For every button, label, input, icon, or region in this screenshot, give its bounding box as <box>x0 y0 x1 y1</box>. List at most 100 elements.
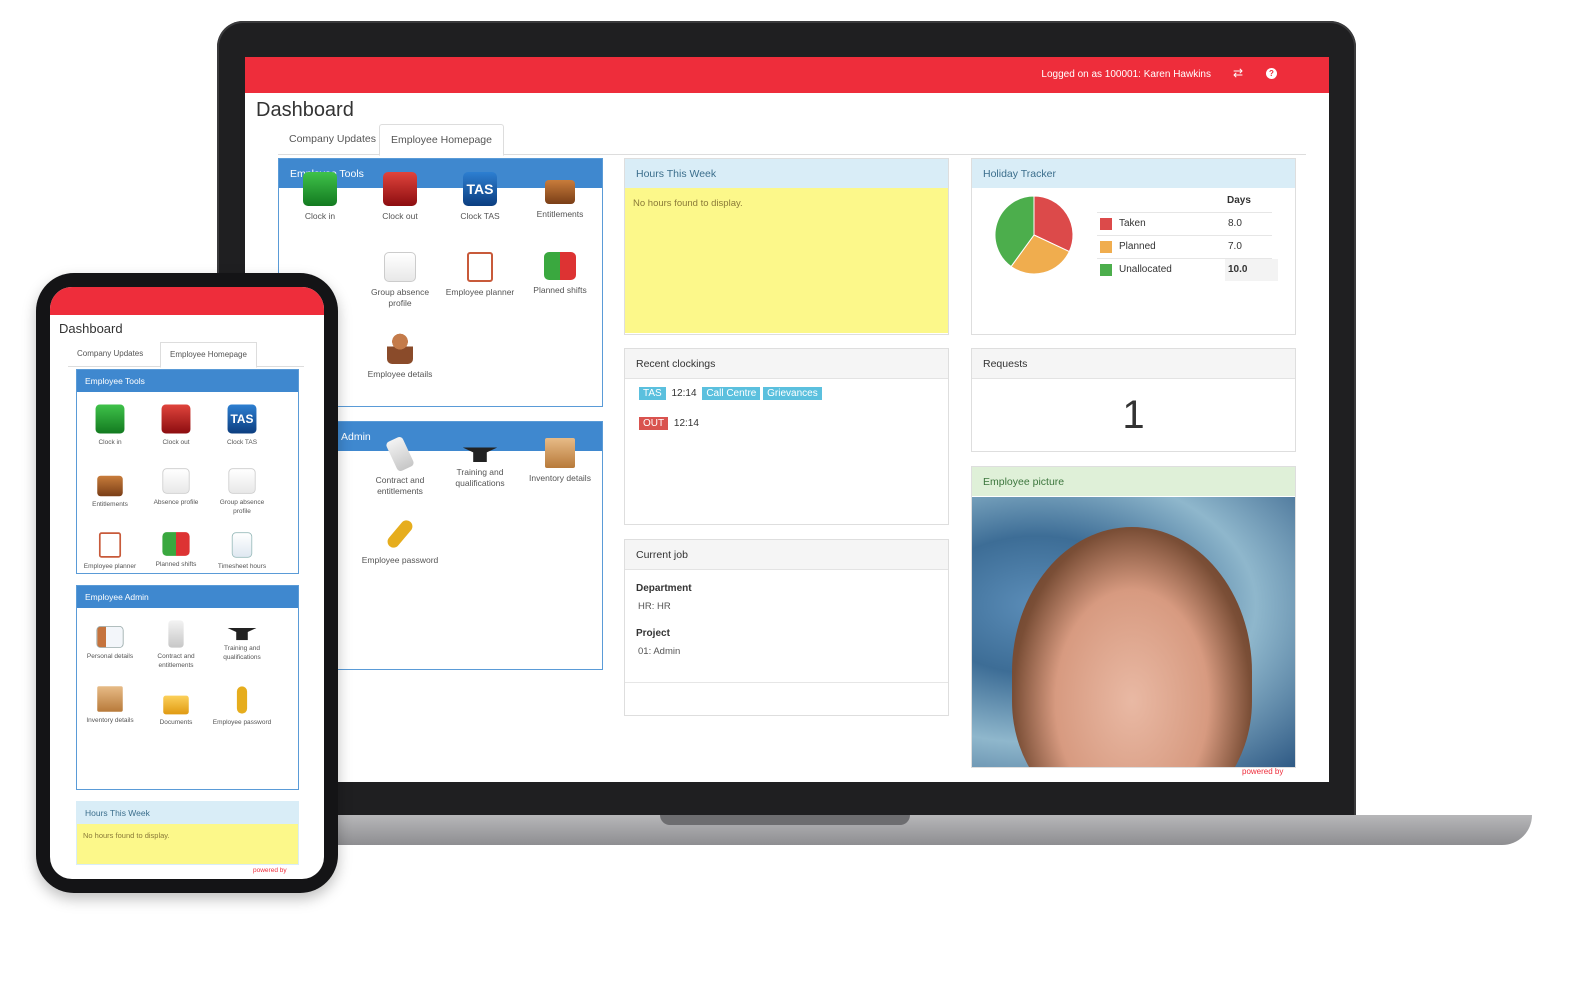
briefcase-icon <box>545 180 575 204</box>
project-value: 01: Admin <box>638 646 681 657</box>
mobile-tool-training-qualifications[interactable]: Training and qualifications <box>212 618 272 662</box>
tab-company-updates[interactable]: Company Updates <box>278 124 387 153</box>
mobile-page-title: Dashboard <box>59 321 123 336</box>
mobile-tab-employee-homepage[interactable]: Employee Homepage <box>160 342 257 368</box>
portrait-face <box>1012 527 1252 767</box>
briefcase-icon <box>97 475 123 497</box>
mobile-tool-personal-details[interactable]: Personal details <box>80 618 140 661</box>
tool-label: Training and qualifications <box>223 645 261 661</box>
tas-icon: TAS <box>227 404 257 434</box>
tool-label: Entitlements <box>536 209 584 219</box>
clipboard-planner-icon <box>467 252 493 282</box>
tool-label: Employee planner <box>83 563 137 570</box>
tool-label: Documents <box>159 719 193 726</box>
tab-employee-homepage[interactable]: Employee Homepage <box>379 124 504 156</box>
mobile-tool-group-absence-profile[interactable]: Group absence profile <box>212 466 272 516</box>
recent-clockings-panel: Recent clockings TAS 12:14 Call Centre G… <box>624 348 949 525</box>
department-value: HR: HR <box>638 601 671 612</box>
mobile-employee-admin-title: Employee Admin <box>77 586 298 608</box>
tool-label: Contract and entitlements <box>375 475 425 496</box>
employee-picture-panel: Employee picture <box>971 466 1296 768</box>
tool-label: Contract and entitlements <box>157 653 195 669</box>
clocking-type-badge: OUT <box>639 417 669 430</box>
clock-out-icon <box>161 404 191 434</box>
tool-training-qualifications[interactable]: Training and qualifications <box>440 438 520 489</box>
mobile-tool-employee-password[interactable]: Employee password <box>212 684 272 727</box>
days-header: Days <box>1227 195 1251 206</box>
mobile-employee-tools-panel: Employee Tools Clock in Clock out TAS Cl… <box>76 369 299 574</box>
mobile-powered-by-label: powered by <box>253 867 287 874</box>
tool-entitlements[interactable]: Entitlements <box>520 172 600 220</box>
clocking-row: OUT 12:14 <box>639 417 702 430</box>
tool-label: Inventory details <box>86 717 134 724</box>
scroll-icon <box>168 620 184 648</box>
tool-label: Personal details <box>86 653 134 660</box>
mobile-tool-employee-planner[interactable]: Employee planner <box>80 530 140 571</box>
clocking-type-badge: TAS <box>639 387 666 400</box>
tool-label: Clock in <box>304 211 336 221</box>
legend-label: Taken <box>1119 218 1146 229</box>
clock-in-icon <box>95 404 125 434</box>
holiday-tracker-panel: Holiday Tracker Days Taken 8.0 Planned 7… <box>971 158 1296 335</box>
tool-employee-details[interactable]: Employee details <box>360 332 440 380</box>
mobile-tool-entitlements[interactable]: Entitlements <box>80 466 140 509</box>
mobile-tool-clock-tas[interactable]: TAS Clock TAS <box>212 402 272 447</box>
tool-label: Clock out <box>162 439 190 446</box>
tool-contract-entitlements[interactable]: Contract and entitlements <box>360 435 440 497</box>
tool-clock-in[interactable]: Clock in <box>280 172 360 222</box>
tool-clock-out[interactable]: Clock out <box>360 172 440 222</box>
help-icon[interactable]: ? <box>1266 68 1277 79</box>
powered-by-label: powered by <box>1242 767 1284 776</box>
legend-value: 8.0 <box>1228 218 1242 229</box>
tool-label: Training and qualifications <box>455 467 505 488</box>
mobile-tool-timesheet-hours[interactable]: Timesheet hours <box>212 530 272 571</box>
mobile-tool-clock-out[interactable]: Clock out <box>146 402 206 447</box>
mobile-hours-title: Hours This Week <box>77 802 298 824</box>
tool-inventory-details[interactable]: Inventory details <box>520 438 600 484</box>
folder-icon <box>163 695 189 715</box>
divider <box>625 682 948 683</box>
mobile-tab-bar: Company Updates Employee Homepage <box>68 342 304 368</box>
tool-label: Employee password <box>212 719 272 726</box>
tool-label: Absence profile <box>153 499 199 506</box>
calendar-group-icon <box>228 468 256 494</box>
current-job-title: Current job <box>625 540 948 570</box>
tool-planned-shifts[interactable]: Planned shifts <box>520 252 600 296</box>
current-job-panel: Current job Department HR: HR Project 01… <box>624 539 949 716</box>
clocking-tag: Grievances <box>763 387 822 400</box>
mobile-employee-admin-panel: Employee Admin Personal details Contract… <box>76 585 299 790</box>
tool-label: Inventory details <box>529 473 591 483</box>
holiday-legend-table: Days Taken 8.0 Planned 7.0 Unallocated 1… <box>1097 192 1278 281</box>
tool-label: Employee planner <box>445 287 515 297</box>
planned-shifts-icon <box>544 252 576 280</box>
requests-panel: Requests 1 <box>971 348 1296 452</box>
mobile-tool-documents[interactable]: Documents <box>146 684 206 727</box>
tool-clock-tas[interactable]: TAS Clock TAS <box>440 172 520 222</box>
legend-value: 10.0 <box>1225 259 1278 281</box>
timesheet-icon <box>231 532 253 558</box>
mobile-hours-this-week-panel: Hours This Week No hours found to displa… <box>76 801 299 865</box>
mobile-tool-clock-in[interactable]: Clock in <box>80 402 140 447</box>
tool-group-absence-profile[interactable]: Group absence profile <box>360 252 440 309</box>
tool-employee-planner[interactable]: Employee planner <box>440 252 520 298</box>
page-title: Dashboard <box>256 99 354 121</box>
tool-employee-password[interactable]: Employee password <box>360 517 440 566</box>
mobile-tool-planned-shifts[interactable]: Planned shifts <box>146 530 206 569</box>
taken-swatch <box>1100 218 1112 230</box>
tas-icon: TAS <box>463 172 497 206</box>
clocking-tag: Call Centre <box>702 387 761 400</box>
key-icon <box>385 517 415 551</box>
mobile-tab-company-updates[interactable]: Company Updates <box>68 342 152 365</box>
hours-this-week-title: Hours This Week <box>625 159 948 188</box>
logged-on-user[interactable]: Logged on as 100001: Karen Hawkins <box>1041 69 1211 80</box>
mobile-tool-inventory-details[interactable]: Inventory details <box>80 684 140 725</box>
swap-icon[interactable]: ⇄ <box>1233 66 1243 80</box>
mobile-tool-contract-entitlements[interactable]: Contract and entitlements <box>146 618 206 670</box>
desktop-screen: Logged on as 100001: Karen Hawkins ⇄ ? D… <box>245 57 1329 782</box>
tool-label: Employee details <box>367 369 433 379</box>
mobile-tool-absence-profile[interactable]: Absence profile <box>146 466 206 507</box>
recent-clockings-title: Recent clockings <box>625 349 948 379</box>
box-icon <box>545 438 575 468</box>
legend-row-unallocated: Unallocated 10.0 <box>1097 258 1278 281</box>
requests-count[interactable]: 1 <box>972 393 1295 438</box>
